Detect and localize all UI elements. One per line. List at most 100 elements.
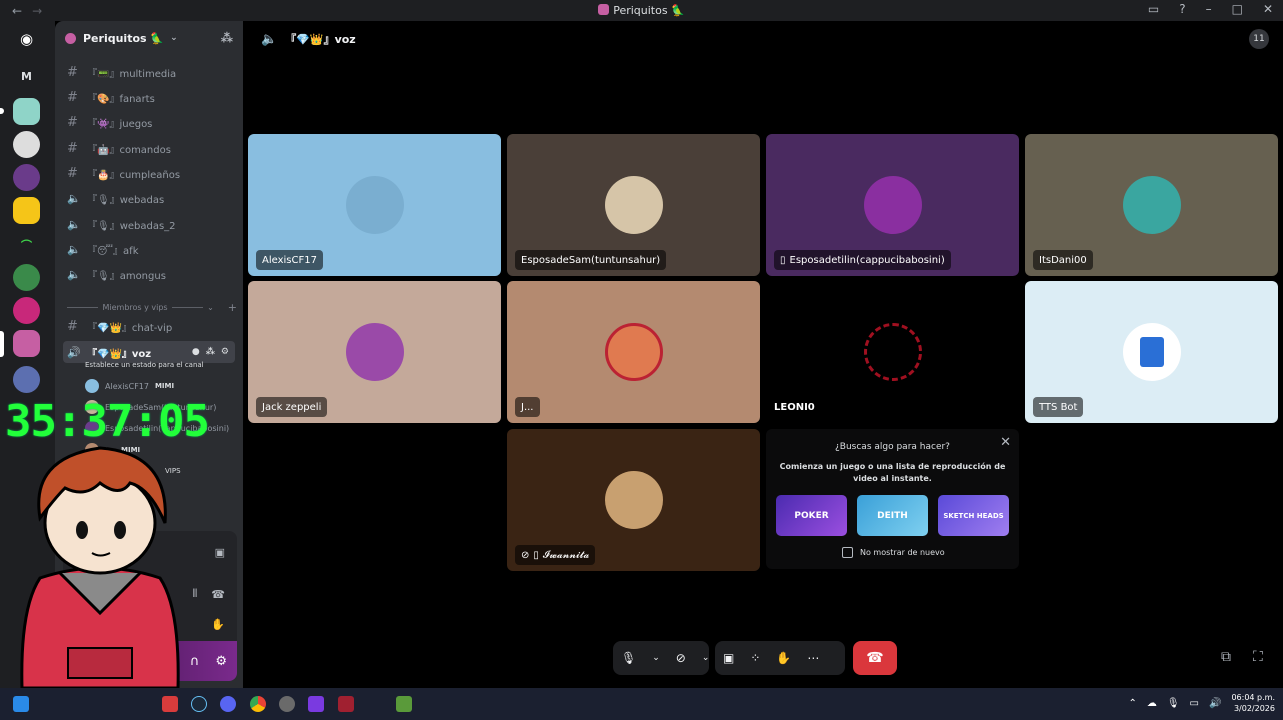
participant-tile[interactable]: EsposadeSam(tuntunsahur) [507, 134, 760, 276]
channel-comandos[interactable]: # 『🤖』comandos [63, 137, 235, 159]
hashtag-icon: # [67, 318, 78, 334]
minimize-button[interactable]: – [1206, 2, 1212, 16]
invite-icon[interactable]: ⁂ [206, 347, 215, 357]
forward-arrow-icon[interactable]: → [32, 4, 42, 18]
voice-channel-voz[interactable]: 🔊 『💎👑』voz ● ⁂ ⚙ [63, 341, 235, 363]
microphone-tray-icon[interactable]: 🎙 [1167, 698, 1180, 709]
channel-label: 『👾』juegos [87, 118, 153, 130]
participant-tile[interactable]: J... [507, 281, 760, 423]
channel-multimedia[interactable]: # 『📟』multimedia [63, 61, 235, 83]
channel-juegos[interactable]: # 『👾』juegos [63, 111, 235, 133]
volume-icon[interactable]: 🔊 [1209, 698, 1221, 709]
server-icon-6[interactable] [13, 264, 40, 291]
avatar [604, 176, 663, 234]
channel-fanarts[interactable]: # 『🎨』fanarts [63, 86, 235, 108]
participants-button[interactable]: 11 [1249, 29, 1269, 49]
clock-time: 06:04 p.m. [1231, 693, 1275, 702]
participant-tile[interactable]: TTS Bot [1025, 281, 1278, 423]
inbox-icon[interactable]: ▭ [1148, 2, 1159, 16]
chrome-icon[interactable] [250, 696, 266, 712]
activity-sketch-heads[interactable]: SKETCH HEADS [938, 495, 1009, 536]
voice-channel-afk[interactable]: 🔈 『😴』afk [63, 238, 235, 260]
gear-icon[interactable]: ⚙ [221, 347, 229, 357]
server-icon-5[interactable]: ⌒ [13, 231, 40, 258]
server-icon-2[interactable] [13, 131, 40, 158]
back-arrow-icon[interactable]: ← [12, 4, 22, 18]
channel-cumpleanos[interactable]: # 『🎂』cumpleaños [63, 162, 235, 184]
taskbar-app-3[interactable] [308, 696, 324, 712]
steam-icon[interactable] [191, 696, 207, 712]
participant-name: Jack zeppeli [256, 397, 328, 417]
participant-name: ⊘ ▯ 𝓘𝔀𝓪𝓷𝓷𝓲𝓽𝓪 [515, 545, 596, 565]
participant-name: TTS Bot [1033, 397, 1084, 417]
server-icon-7[interactable] [13, 297, 40, 324]
voice-channel-icon: 🔈 [261, 31, 278, 47]
channel-chat-vip[interactable]: # 『💎👑』chat-vip [63, 315, 235, 337]
screen-share-icon[interactable]: ▣ [715, 651, 742, 665]
screen-share-icon[interactable]: ▣ [215, 546, 225, 559]
checkbox-label: No mostrar de nuevo [860, 548, 945, 557]
microphone-icon[interactable]: 🎙 [613, 651, 644, 665]
participant-tile[interactable]: ▯ Esposadetilin(cappucibabosini) [766, 134, 1019, 276]
avatar [604, 323, 663, 381]
server-icon-3[interactable] [13, 164, 40, 191]
maximize-button[interactable]: □ [1232, 2, 1243, 16]
dont-show-checkbox[interactable]: No mostrar de nuevo [842, 547, 945, 558]
activity-deith[interactable]: DEITH [857, 495, 928, 536]
server-icon-4[interactable] [13, 197, 40, 224]
user-tag: MIMI [154, 382, 175, 390]
invite-people-icon[interactable]: ⁂ [221, 31, 233, 45]
participant-tile[interactable]: LEONI0 [766, 281, 1019, 423]
channel-label: 『🎙』webadas_2 [87, 220, 176, 232]
chevron-down-icon[interactable]: ⌄ [644, 653, 668, 663]
chevron-up-icon[interactable]: ⌃ [1128, 698, 1136, 709]
participant-tile[interactable]: ⊘ ▯ 𝓘𝔀𝓪𝓷𝓷𝓲𝓽𝓪 [507, 429, 760, 571]
disconnect-icon[interactable]: ☎ [211, 588, 225, 601]
taskbar-app-1[interactable] [162, 696, 178, 712]
taskbar-app-4[interactable] [338, 696, 354, 712]
activity-question: ¿Buscas algo para hacer? [835, 442, 950, 452]
taskbar-app-2[interactable] [279, 696, 295, 712]
activity-description: Comienza un juego o una lista de reprodu… [779, 462, 1006, 483]
server-icon-1[interactable] [13, 98, 40, 125]
dm-server[interactable]: M [13, 63, 40, 90]
participant-tile[interactable]: Jack zeppeli [248, 281, 501, 423]
popout-icon[interactable]: ⧉ [1221, 649, 1231, 665]
activity-poker[interactable]: POKER [776, 495, 847, 536]
chevron-down-icon[interactable]: ⌄ [694, 653, 718, 663]
camera-off-icon[interactable]: ⊘ [668, 651, 694, 665]
participant-tile[interactable]: AlexisCF17 [248, 134, 501, 276]
discord-home-icon[interactable]: ◉ [13, 25, 40, 52]
soundboard-icon[interactable]: ✋ [211, 618, 225, 631]
more-icon[interactable]: ⋯ [799, 651, 827, 665]
chevron-down-icon: ⌄ [170, 33, 178, 43]
voice-channel-amongus[interactable]: 🔈 『🎙』amongus [63, 263, 235, 285]
participant-tile[interactable]: ItsDani00 [1025, 134, 1278, 276]
disconnect-button[interactable]: ☎ [853, 641, 897, 675]
category-header[interactable]: Miembros y vips ⌄ + [67, 301, 237, 314]
voice-channel-webadas[interactable]: 🔈 『🎙』webadas [63, 187, 235, 209]
chat-icon[interactable]: ● [192, 347, 200, 357]
voice-user[interactable]: AlexisCF17 MIMI [85, 377, 174, 395]
mobile-icon: ▯ [780, 254, 786, 266]
server-icon-periquitos[interactable] [13, 330, 40, 357]
network-icon[interactable]: ▭ [1190, 698, 1199, 709]
close-button[interactable]: ✕ [1263, 2, 1273, 16]
discord-taskbar-icon[interactable] [220, 696, 236, 712]
clock[interactable]: 06:04 p.m. 3/02/2026 [1231, 692, 1275, 714]
fullscreen-icon[interactable]: ⛶ [1253, 649, 1263, 665]
checkbox[interactable] [842, 547, 853, 558]
help-icon[interactable]: ? [1179, 2, 1185, 16]
activities-icon[interactable]: ⁘ [742, 651, 768, 665]
minecraft-icon[interactable] [396, 696, 412, 712]
participants-count: 11 [1253, 34, 1265, 44]
soundboard-icon[interactable]: ✋ [768, 651, 799, 665]
add-channel-icon[interactable]: + [228, 301, 237, 314]
voice-channel-webadas-2[interactable]: 🔈 『🎙』webadas_2 [63, 213, 235, 235]
selected-pip [0, 331, 4, 357]
windows-start-icon[interactable] [13, 696, 29, 712]
server-header[interactable]: Periquitos 🦜 ⌄ ⁂ [55, 21, 243, 55]
server-icon-8[interactable] [13, 366, 40, 393]
settings-gear-icon[interactable]: ⚙ [215, 654, 227, 669]
onedrive-icon[interactable]: ☁ [1147, 698, 1157, 709]
